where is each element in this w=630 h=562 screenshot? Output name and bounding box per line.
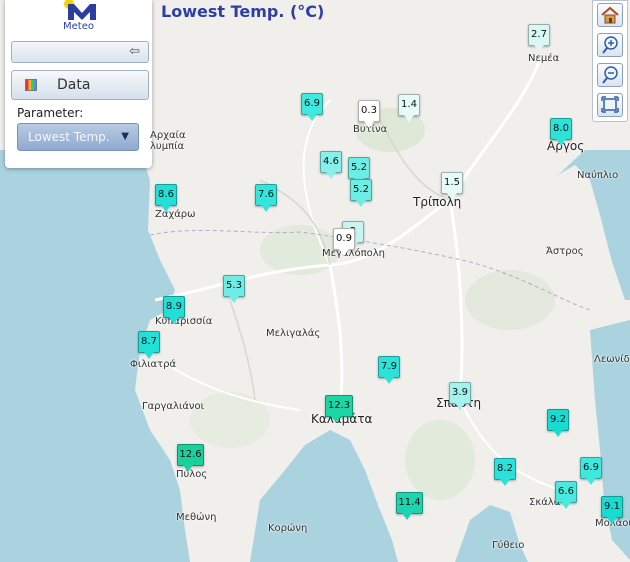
arrow-left-icon: ⇦ [129,44,140,59]
station-marker[interactable]: 0.3 [358,100,380,128]
station-marker[interactable]: 6.9 [301,93,323,121]
town-label: Λεωνίδι [594,354,630,365]
station-marker[interactable]: 8.6 [155,184,177,212]
parameter-select[interactable]: Lowest Temp. ▼ [17,123,139,151]
town-label: Γαργαλιάνοι [142,401,205,412]
data-button-label: Data [57,77,91,93]
station-marker[interactable]: 5.2 [350,179,372,207]
town-label: Ναύπλιο [577,170,619,181]
town-label: Νεμέα [528,53,560,64]
station-marker[interactable]: 3.9 [449,382,471,410]
station-marker[interactable]: 8.0 [550,118,572,146]
station-marker[interactable]: 5.2 [348,157,370,185]
station-marker[interactable]: 0.9 [333,228,355,256]
station-marker[interactable]: 9.2 [547,409,569,437]
station-marker[interactable]: 12.3 [325,395,353,423]
map-toolbar [592,0,628,122]
map-title: Lowest Temp. (°C) [161,2,325,21]
station-marker[interactable]: 1.4 [398,94,420,122]
town-label: Μελιγαλάς [266,328,321,339]
town-label: Άστρος [546,246,584,257]
station-marker[interactable]: 4.6 [320,151,342,179]
parameter-select-value: Lowest Temp. [28,130,110,144]
station-marker[interactable]: 1.5 [441,172,463,200]
town-label: Αρχαία [150,130,186,141]
station-marker[interactable]: 12.6 [177,444,204,472]
town-label: Γύθειο [492,540,525,551]
home-icon [601,6,619,24]
fullscreen-icon [601,96,619,113]
station-marker[interactable]: 7.6 [255,184,277,212]
station-marker[interactable]: 8.2 [494,458,516,486]
control-panel: Meteo ⇦ Data Parameter: Lowest Temp. ▼ [5,0,152,168]
station-marker[interactable]: 5.3 [223,275,245,303]
data-button[interactable]: Data [11,70,149,100]
parameter-label: Parameter: [17,106,84,120]
home-button[interactable] [597,3,623,27]
station-marker[interactable]: 9.1 [601,496,623,524]
town-label: Φιλιατρά [130,359,177,370]
zoom-out-icon [602,66,618,84]
station-marker[interactable]: 6.6 [555,481,577,509]
station-marker[interactable]: 8.7 [138,331,160,359]
town-label: Κορώνη [268,523,308,534]
chart-icon [25,79,37,91]
station-marker[interactable]: 8.9 [163,296,185,324]
station-marker[interactable]: 7.9 [378,356,400,384]
zoom-in-icon [602,36,618,54]
map[interactable]: Lowest Temp. (°C) Meteo ⇦ Data Parameter… [0,0,630,562]
fullscreen-button[interactable] [597,93,623,117]
town-label: λυμπία [150,141,185,152]
chevron-down-icon: ▼ [121,131,129,142]
station-marker[interactable]: 11.4 [396,492,423,520]
zoom-out-button[interactable] [597,63,623,87]
zoom-in-button[interactable] [597,33,623,57]
town-label: Μεθώνη [176,512,217,523]
logo-text: Meteo [63,21,94,32]
station-marker[interactable]: 2.7 [528,24,550,52]
station-marker[interactable]: 6.9 [580,457,602,485]
collapse-panel-button[interactable]: ⇦ [11,41,149,63]
